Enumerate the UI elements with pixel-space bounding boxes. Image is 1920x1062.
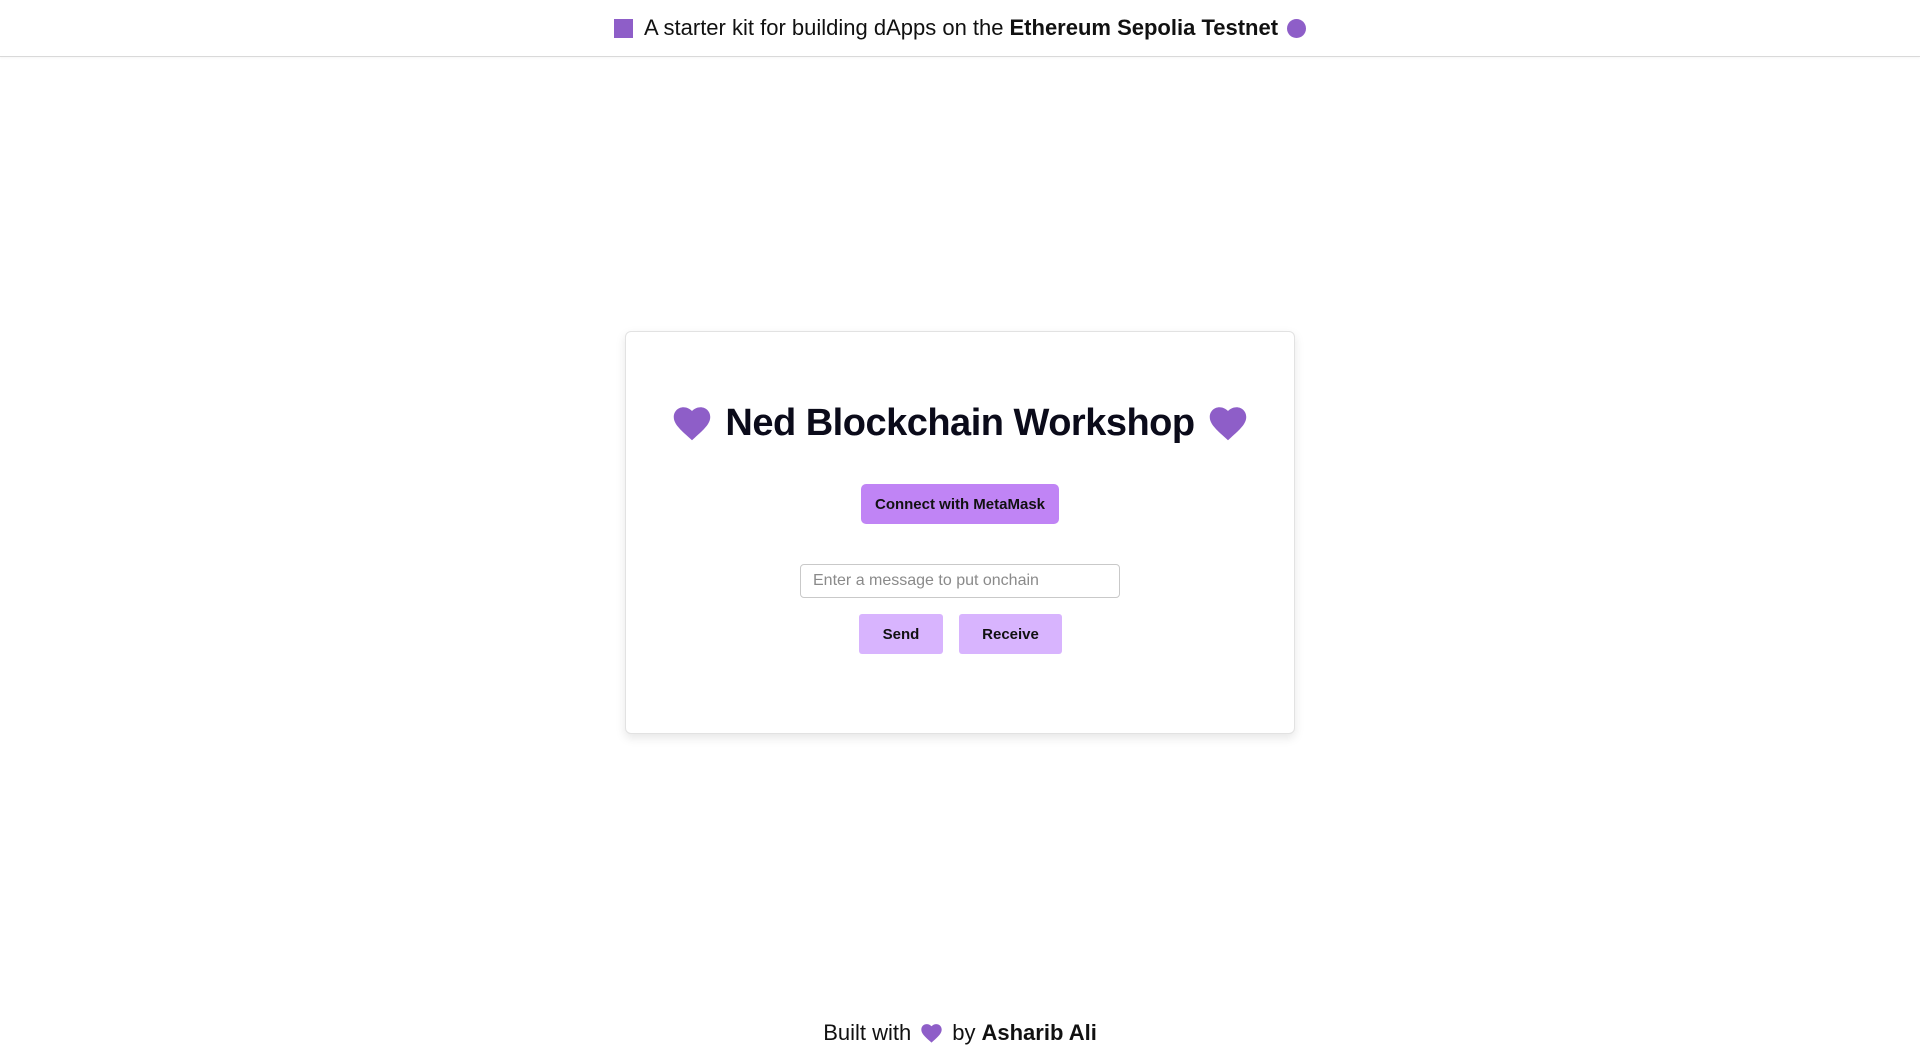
footer-by: by <box>952 1020 976 1045</box>
footer-prefix: Built with <box>823 1020 912 1045</box>
heart-icon <box>1209 406 1247 441</box>
page-title: Ned Blockchain Workshop <box>725 402 1195 444</box>
footer: Built with by Asharib Ali <box>0 1016 1920 1050</box>
receive-button[interactable]: Receive <box>959 614 1062 654</box>
heart-icon <box>673 406 711 441</box>
footer-author: Asharib Ali <box>981 1020 1097 1045</box>
heart-icon <box>921 1023 942 1043</box>
banner-text: A starter kit for building dApps on the <box>643 15 1004 40</box>
message-input[interactable] <box>800 564 1120 598</box>
connect-metamask-button[interactable]: Connect with MetaMask <box>861 484 1059 524</box>
circle-icon <box>1287 18 1307 38</box>
send-button[interactable]: Send <box>859 614 943 654</box>
title-row: Ned Blockchain Workshop <box>626 402 1294 445</box>
banner-network: Ethereum Sepolia Testnet <box>1009 15 1279 40</box>
workshop-card: Ned Blockchain Workshop Connect with Met… <box>625 331 1295 734</box>
square-icon <box>613 18 633 38</box>
top-banner: A starter kit for building dApps on the … <box>0 0 1920 57</box>
